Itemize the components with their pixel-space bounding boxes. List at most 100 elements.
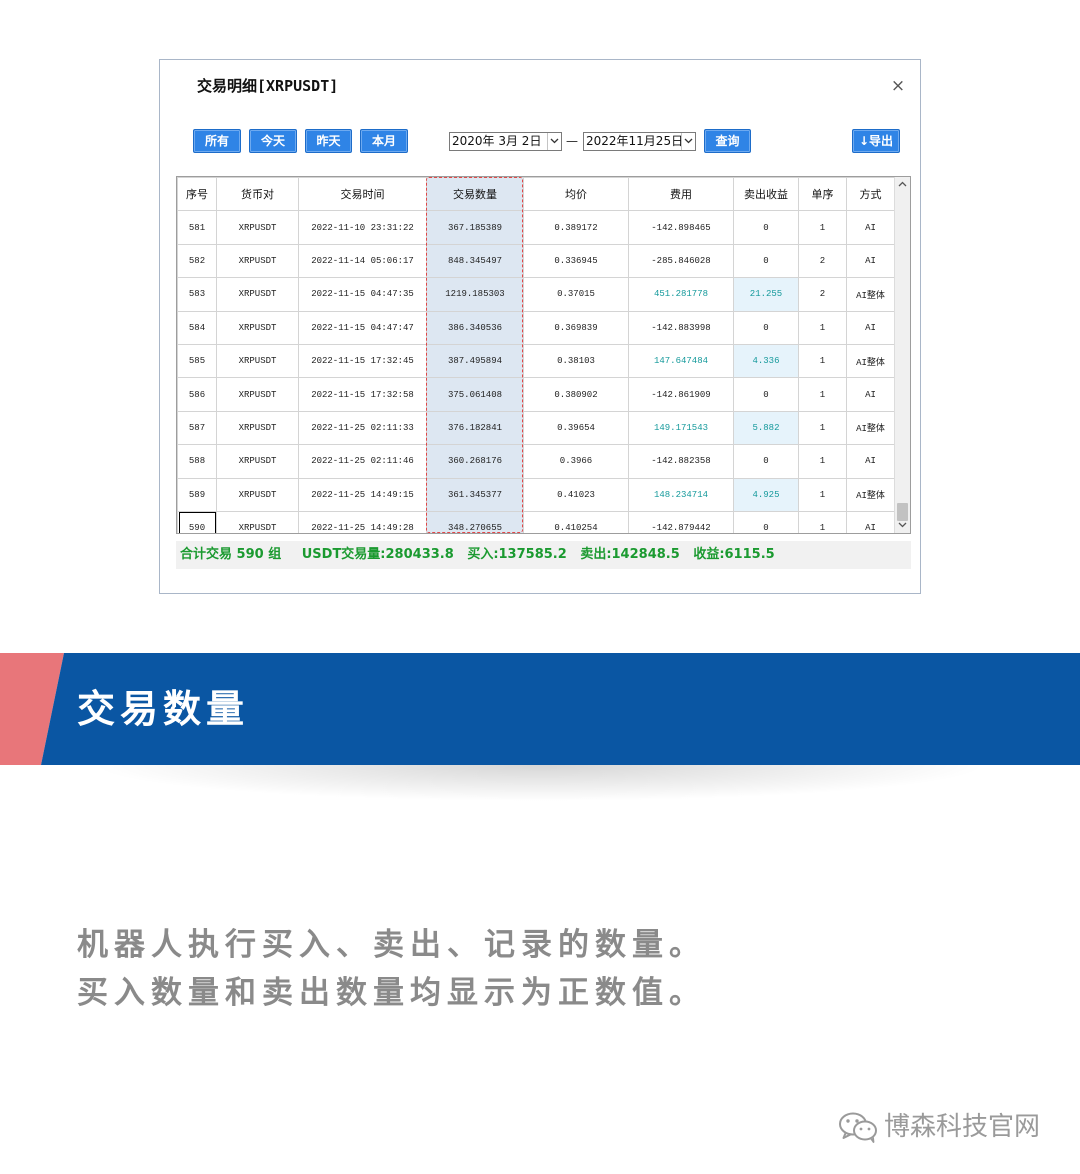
cell-avg-price[interactable]: 0.38103 — [523, 343, 629, 379]
cell-avg-price[interactable]: 0.37015 — [523, 277, 629, 312]
filter-this-month-button[interactable]: 本月 — [360, 129, 408, 153]
cell-seq[interactable]: 584 — [177, 310, 217, 345]
cell-order-seq[interactable]: 2 — [798, 277, 847, 312]
cell-quantity[interactable]: 375.061408 — [426, 377, 524, 412]
column-header-order-seq[interactable]: 单序 — [798, 177, 847, 212]
cell-order-seq[interactable]: 1 — [798, 477, 847, 512]
cell-time[interactable]: 2022-11-15 04:47:47 — [298, 310, 427, 345]
cell-mode[interactable]: AI — [846, 310, 895, 345]
cell-pair[interactable]: XRPUSDT — [216, 410, 299, 446]
scroll-down-button[interactable] — [895, 518, 910, 533]
cell-avg-price[interactable]: 0.410254 — [523, 510, 629, 533]
cell-time[interactable]: 2022-11-14 05:06:17 — [298, 243, 427, 279]
cell-pair[interactable]: XRPUSDT — [216, 343, 299, 379]
cell-fee[interactable]: -142.898465 — [628, 210, 734, 245]
cell-fee[interactable]: -142.883998 — [628, 310, 734, 345]
table-row[interactable]: 586 XRPUSDT 2022-11-15 17:32:58 375.061408 0… — [177, 377, 895, 412]
cell-sell-profit[interactable]: 0 — [733, 210, 799, 245]
cell-time[interactable]: 2022-11-25 14:49:15 — [298, 477, 427, 512]
cell-sell-profit[interactable]: 21.255 — [733, 277, 799, 312]
date-from-picker[interactable]: 2020年 3月 2日 — [449, 132, 562, 151]
cell-time[interactable]: 2022-11-25 02:11:46 — [298, 444, 427, 479]
cell-sell-profit[interactable]: 0 — [733, 310, 799, 345]
cell-seq[interactable]: 587 — [177, 410, 217, 446]
cell-quantity[interactable]: 387.495894 — [426, 343, 524, 379]
cell-order-seq[interactable]: 1 — [798, 310, 847, 345]
column-header-quantity[interactable]: 交易数量 — [426, 177, 524, 212]
cell-fee[interactable]: 148.234714 — [628, 477, 734, 512]
cell-seq[interactable]: 588 — [177, 444, 217, 479]
cell-avg-price[interactable]: 0.389172 — [523, 210, 629, 245]
cell-mode[interactable]: AI — [846, 377, 895, 412]
cell-time[interactable]: 2022-11-15 17:32:45 — [298, 343, 427, 379]
cell-mode[interactable]: AI — [846, 510, 895, 533]
cell-time[interactable]: 2022-11-25 02:11:33 — [298, 410, 427, 446]
cell-fee[interactable]: 147.647484 — [628, 343, 734, 379]
cell-pair[interactable]: XRPUSDT — [216, 377, 299, 412]
cell-avg-price[interactable]: 0.336945 — [523, 243, 629, 279]
cell-sell-profit[interactable]: 4.336 — [733, 343, 799, 379]
cell-avg-price[interactable]: 0.369839 — [523, 310, 629, 345]
cell-sell-profit[interactable]: 0 — [733, 243, 799, 279]
column-header-fee[interactable]: 费用 — [628, 177, 734, 212]
column-header-time[interactable]: 交易时间 — [298, 177, 427, 212]
cell-mode[interactable]: AI — [846, 444, 895, 479]
cell-fee[interactable]: -285.846028 — [628, 243, 734, 279]
cell-order-seq[interactable]: 1 — [798, 377, 847, 412]
date-to-picker[interactable]: 2022年11月25日 — [583, 132, 696, 151]
cell-order-seq[interactable]: 1 — [798, 410, 847, 446]
cell-order-seq[interactable]: 1 — [798, 210, 847, 245]
cell-pair[interactable]: XRPUSDT — [216, 310, 299, 345]
column-header-avg-price[interactable]: 均价 — [523, 177, 629, 212]
cell-fee[interactable]: -142.861909 — [628, 377, 734, 412]
filter-today-button[interactable]: 今天 — [249, 129, 297, 153]
cell-quantity[interactable]: 367.185389 — [426, 210, 524, 245]
cell-seq[interactable]: 581 — [177, 210, 217, 245]
cell-order-seq[interactable]: 1 — [798, 510, 847, 533]
cell-sell-profit[interactable]: 0 — [733, 377, 799, 412]
table-row[interactable]: 589 XRPUSDT 2022-11-25 14:49:15 361.345377 0… — [177, 477, 895, 512]
cell-time[interactable]: 2022-11-15 04:47:35 — [298, 277, 427, 312]
close-icon[interactable]: × — [889, 76, 907, 96]
cell-seq[interactable]: 585 — [177, 343, 217, 379]
cell-mode[interactable]: AI — [846, 210, 895, 245]
cell-quantity[interactable]: 361.345377 — [426, 477, 524, 512]
cell-seq[interactable]: 589 — [177, 477, 217, 512]
table-row[interactable]: 583 XRPUSDT 2022-11-15 04:47:35 1219.185303… — [177, 277, 895, 312]
cell-fee[interactable]: 149.171543 — [628, 410, 734, 446]
cell-quantity[interactable]: 376.182841 — [426, 410, 524, 446]
date-from-dropdown[interactable] — [547, 133, 561, 150]
table-row[interactable]: 582 XRPUSDT 2022-11-14 05:06:17 848.345497 0… — [177, 243, 895, 279]
column-header-pair[interactable]: 货币对 — [216, 177, 299, 212]
cell-quantity[interactable]: 386.340536 — [426, 310, 524, 345]
cell-mode[interactable]: AI整体 — [846, 410, 895, 446]
cell-mode[interactable]: AI整体 — [846, 277, 895, 312]
scroll-up-button[interactable] — [895, 177, 910, 192]
cell-pair[interactable]: XRPUSDT — [216, 444, 299, 479]
cell-quantity[interactable]: 348.270655 — [426, 510, 524, 533]
cell-avg-price[interactable]: 0.41023 — [523, 477, 629, 512]
cell-pair[interactable]: XRPUSDT — [216, 510, 299, 533]
cell-fee[interactable]: -142.882358 — [628, 444, 734, 479]
cell-mode[interactable]: AI — [846, 243, 895, 279]
cell-time[interactable]: 2022-11-25 14:49:28 — [298, 510, 427, 533]
cell-quantity[interactable]: 360.268176 — [426, 444, 524, 479]
cell-avg-price[interactable]: 0.39654 — [523, 410, 629, 446]
query-button[interactable]: 查询 — [704, 129, 751, 153]
vertical-scrollbar[interactable] — [894, 177, 910, 533]
table-row[interactable]: 590 XRPUSDT 2022-11-25 14:49:28 348.270655 0… — [177, 510, 895, 533]
cell-time[interactable]: 2022-11-15 17:32:58 — [298, 377, 427, 412]
column-header-sell-profit[interactable]: 卖出收益 — [733, 177, 799, 212]
cell-avg-price[interactable]: 0.380902 — [523, 377, 629, 412]
cell-seq[interactable]: 583 — [177, 277, 217, 312]
cell-pair[interactable]: XRPUSDT — [216, 243, 299, 279]
cell-mode[interactable]: AI整体 — [846, 477, 895, 512]
cell-sell-profit[interactable]: 5.882 — [733, 410, 799, 446]
cell-pair[interactable]: XRPUSDT — [216, 210, 299, 245]
filter-yesterday-button[interactable]: 昨天 — [305, 129, 352, 153]
cell-sell-profit[interactable]: 0 — [733, 444, 799, 479]
cell-order-seq[interactable]: 1 — [798, 343, 847, 379]
column-header-seq[interactable]: 序号 — [177, 177, 217, 212]
cell-sell-profit[interactable]: 4.925 — [733, 477, 799, 512]
cell-seq[interactable]: 582 — [177, 243, 217, 279]
